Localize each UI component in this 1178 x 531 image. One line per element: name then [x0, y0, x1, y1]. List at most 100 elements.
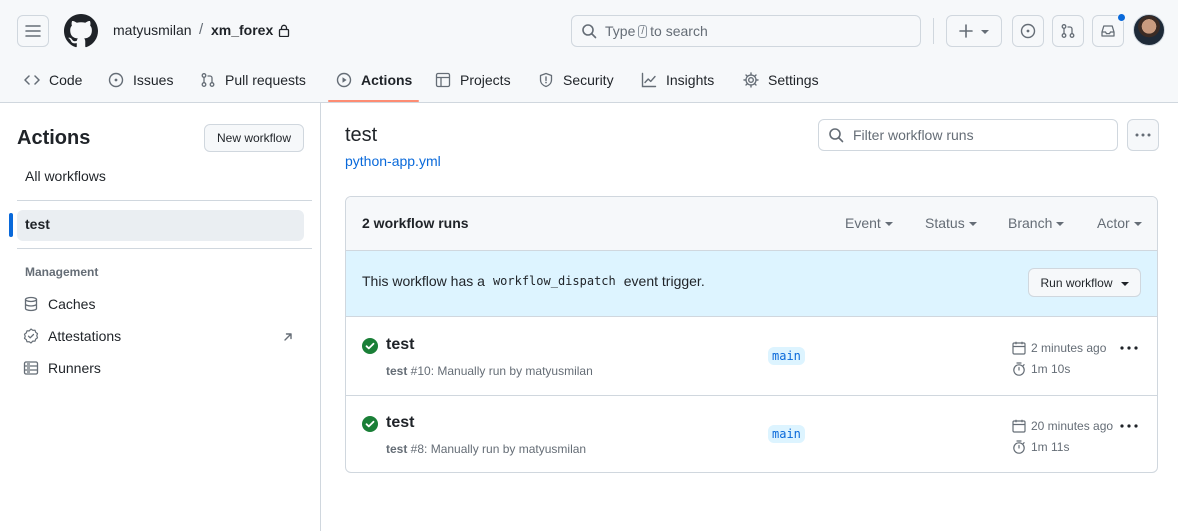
more-options-button[interactable]	[1127, 119, 1159, 151]
stopwatch-icon	[1013, 440, 1025, 454]
sidebar-divider	[17, 248, 312, 249]
new-workflow-button[interactable]: New workflow	[204, 124, 304, 152]
run-title[interactable]: test	[386, 414, 414, 432]
kebab-horizontal-icon	[1135, 133, 1151, 137]
filter-status-label: Status	[925, 215, 965, 231]
filter-placeholder: Filter workflow runs	[853, 127, 974, 143]
tab-pull-requests-label: Pull requests	[225, 72, 306, 88]
filter-runs-input[interactable]: Filter workflow runs	[818, 119, 1118, 151]
tab-issues[interactable]: Issues	[100, 64, 181, 96]
breadcrumb-separator: /	[199, 21, 204, 38]
tab-projects[interactable]: Projects	[427, 64, 519, 96]
workflow-file-link[interactable]: python-app.yml	[345, 153, 441, 169]
run-meta-text: #10: Manually run by matyusmilan	[407, 364, 593, 378]
filter-status-dropdown[interactable]: Status	[925, 215, 977, 231]
check-circle-fill-icon	[362, 416, 378, 432]
workflow-run-row[interactable]: test test #8: Manually run by matyusmila…	[346, 396, 1157, 472]
run-meta-text: #8: Manually run by matyusmilan	[407, 442, 587, 456]
run-options-button[interactable]	[1120, 424, 1138, 428]
run-workflow-button[interactable]: Run workflow	[1028, 268, 1141, 297]
tab-code[interactable]: Code	[16, 64, 90, 96]
search-icon	[829, 128, 844, 143]
sidebar-section-heading: Management	[25, 265, 99, 279]
sidebar-item-attestations-label: Attestations	[48, 328, 122, 344]
create-new-button[interactable]	[946, 15, 1002, 47]
tab-settings[interactable]: Settings	[735, 64, 827, 96]
code-icon	[24, 75, 40, 85]
run-duration-text: 1m 11s	[1031, 440, 1070, 454]
git-pull-request-icon	[1061, 24, 1075, 38]
stopwatch-icon	[1013, 362, 1025, 376]
your-pull-requests-button[interactable]	[1052, 15, 1084, 47]
avatar[interactable]	[1133, 14, 1165, 46]
tab-actions[interactable]: Actions	[328, 64, 420, 96]
git-pull-request-icon	[201, 73, 215, 87]
calendar-icon	[1012, 341, 1026, 355]
workflow-run-row[interactable]: test test #10: Manually run by matyusmil…	[346, 318, 1157, 396]
sidebar-item-caches[interactable]: Caches	[23, 296, 95, 312]
sidebar-title: Actions	[17, 127, 91, 149]
run-timestamp: 2 minutes ago	[1012, 341, 1106, 355]
run-time-text: 2 minutes ago	[1031, 341, 1107, 355]
verified-icon	[23, 328, 39, 344]
sidebar-item-attestations[interactable]: Attestations	[23, 328, 121, 344]
search-prefix: Type	[605, 23, 636, 39]
run-options-button[interactable]	[1120, 346, 1138, 350]
play-icon	[336, 72, 352, 88]
run-meta: test #8: Manually run by matyusmilan	[386, 442, 586, 456]
search-input[interactable]: Type / to search	[571, 15, 921, 47]
sidebar-item-caches-label: Caches	[48, 296, 96, 312]
active-tab-indicator	[328, 100, 419, 102]
branch-label[interactable]: main	[768, 347, 805, 365]
run-title[interactable]: test	[386, 336, 414, 354]
shield-icon	[539, 72, 553, 88]
sidebar-divider	[17, 200, 312, 201]
actions-sidebar: Actions New workflow All workflows test …	[0, 103, 321, 531]
search-suffix: to search	[650, 23, 708, 39]
tab-insights[interactable]: Insights	[633, 64, 722, 96]
filter-event-dropdown[interactable]: Event	[845, 215, 893, 231]
branch-label[interactable]: main	[768, 425, 805, 443]
sidebar-item-runners[interactable]: Runners	[23, 360, 101, 376]
unread-notification-dot	[1117, 13, 1126, 22]
banner-code: workflow_dispatch	[492, 274, 616, 288]
run-time-text: 20 minutes ago	[1031, 419, 1114, 433]
filter-branch-dropdown[interactable]: Branch	[1008, 215, 1065, 231]
run-duration: 1m 10s	[1012, 362, 1070, 376]
tab-settings-label: Settings	[768, 72, 819, 88]
sidebar-item-runners-label: Runners	[48, 360, 101, 376]
banner-text-before: This workflow has a	[362, 273, 485, 289]
breadcrumb-repo[interactable]: xm_forex	[211, 22, 273, 38]
filter-event-label: Event	[845, 215, 881, 231]
menu-button[interactable]	[17, 15, 49, 47]
dispatch-trigger-text: This workflow has a workflow_dispatch ev…	[362, 273, 705, 289]
filter-actor-dropdown[interactable]: Actor	[1097, 215, 1142, 231]
tab-code-label: Code	[49, 72, 83, 88]
run-meta: test #10: Manually run by matyusmilan	[386, 364, 593, 378]
workflow-runs-header: 2 workflow runs Event Status Branch Acto…	[346, 197, 1157, 251]
tab-security[interactable]: Security	[530, 64, 622, 96]
run-workflow-label: Run workflow	[1040, 275, 1113, 290]
your-issues-button[interactable]	[1012, 15, 1044, 47]
server-icon	[23, 361, 39, 375]
sidebar-item-test[interactable]	[17, 210, 304, 241]
lock-icon	[278, 24, 290, 37]
workflow-runs-count: 2 workflow runs	[362, 215, 469, 231]
search-shortcut-key: /	[638, 24, 648, 38]
graph-icon	[641, 72, 657, 88]
tab-security-label: Security	[563, 72, 614, 88]
tab-pull-requests[interactable]: Pull requests	[192, 64, 314, 96]
tab-actions-label: Actions	[361, 72, 413, 88]
chevron-down-icon	[968, 222, 977, 226]
chevron-down-icon	[1120, 281, 1129, 286]
chevron-down-icon	[1056, 222, 1065, 226]
sidebar-item-test-label: test	[25, 216, 50, 232]
check-circle-fill-icon	[362, 338, 378, 354]
search-icon	[582, 24, 597, 39]
filter-actor-label: Actor	[1097, 215, 1130, 231]
run-duration: 1m 11s	[1012, 440, 1069, 454]
github-logo-icon[interactable]	[64, 14, 98, 48]
breadcrumb-owner[interactable]: matyusmilan	[113, 22, 192, 38]
gear-icon	[743, 72, 759, 88]
sidebar-item-all-workflows[interactable]: All workflows	[25, 168, 106, 184]
